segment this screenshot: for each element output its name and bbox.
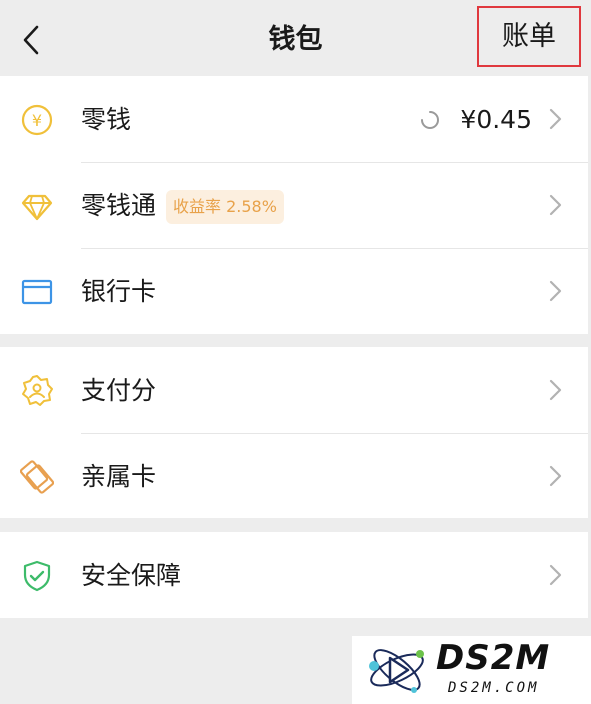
watermark-text: DS2M xyxy=(436,638,551,678)
balance-value: ¥0.45 xyxy=(460,105,532,134)
row-label-pay-score: 支付分 xyxy=(81,376,157,405)
svg-text:¥: ¥ xyxy=(32,111,42,130)
wallet-group-credit: 支付分 亲属卡 xyxy=(0,347,588,518)
chevron-right-icon xyxy=(549,280,562,302)
family-card-icon xyxy=(20,460,54,494)
bank-card-icon xyxy=(20,275,54,309)
loading-spinner-icon xyxy=(421,111,439,129)
chevron-right-icon xyxy=(549,194,562,216)
row-change[interactable]: ¥ 零钱 ¥0.45 xyxy=(0,76,588,162)
watermark-logo-icon xyxy=(369,649,424,693)
nav-bar: 钱包 账单 xyxy=(0,0,591,76)
wallet-group-security: 安全保障 xyxy=(0,532,588,618)
chevron-right-icon xyxy=(549,108,562,130)
row-pay-score[interactable]: 支付分 xyxy=(0,347,588,433)
yield-rate-badge: 收益率 2.58% xyxy=(166,190,284,224)
watermark-subtext: DS2M.COM xyxy=(448,680,540,696)
bill-button[interactable]: 账单 xyxy=(477,6,581,67)
row-label-change: 零钱 xyxy=(81,105,132,134)
watermark: DS2M DS2M.COM xyxy=(352,636,591,704)
diamond-icon xyxy=(20,189,54,223)
wallet-group-balance: ¥ 零钱 ¥0.45 零钱通 收益率 2.58% 银行卡 xyxy=(0,76,588,334)
yuan-coin-icon: ¥ xyxy=(20,103,54,137)
credit-score-icon xyxy=(20,374,54,408)
row-security[interactable]: 安全保障 xyxy=(0,532,588,618)
row-family-card[interactable]: 亲属卡 xyxy=(0,433,588,519)
chevron-right-icon xyxy=(549,465,562,487)
row-label-change-pass: 零钱通 xyxy=(81,191,157,220)
chevron-right-icon xyxy=(549,379,562,401)
row-label-security: 安全保障 xyxy=(81,561,182,590)
wallet-page: 钱包 账单 ¥ 零钱 ¥0.45 零钱通 收益率 2.58% 银行卡 支付分 亲… xyxy=(0,0,591,704)
shield-check-icon xyxy=(20,559,54,593)
row-bank-card[interactable]: 银行卡 xyxy=(0,248,588,334)
row-change-pass[interactable]: 零钱通 收益率 2.58% xyxy=(0,162,588,248)
chevron-right-icon xyxy=(549,564,562,586)
row-label-family-card: 亲属卡 xyxy=(81,462,157,491)
row-label-bank-card: 银行卡 xyxy=(81,277,157,306)
